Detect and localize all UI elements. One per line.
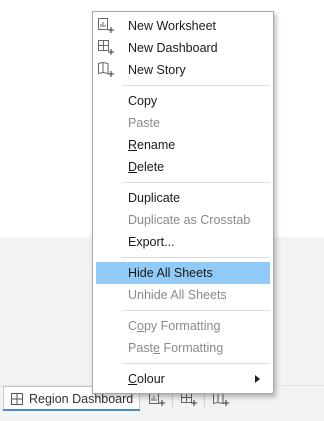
menu-label: Copy [128, 94, 158, 108]
menu-label: Paste Formatting [128, 341, 224, 355]
new-worksheet-icon [98, 18, 114, 33]
menu-label: Rename [128, 138, 176, 152]
dashboard-icon [11, 392, 23, 405]
menu-item-new-dashboard[interactable]: New Dashboard [96, 37, 270, 59]
menu-item-colour[interactable]: Colour [96, 368, 270, 390]
menu-label: Duplicate [128, 191, 181, 205]
menu-separator [122, 310, 270, 311]
menu-item-unhide-all-sheets: Unhide All Sheets [96, 284, 270, 306]
active-tab-indicator [3, 409, 140, 411]
menu-label: Colour [128, 372, 165, 386]
menu-label: New Worksheet [128, 19, 216, 33]
menu-separator [122, 257, 270, 258]
menu-label: Export... [128, 235, 175, 249]
sheet-context-menu: New Worksheet New Dashboard New Story Co… [92, 11, 274, 394]
menu-item-export[interactable]: Export... [96, 231, 270, 253]
menu-label: Copy Formatting [128, 319, 221, 333]
menu-label: New Dashboard [128, 41, 218, 55]
menu-label: Unhide All Sheets [128, 288, 227, 302]
menu-label: New Story [128, 63, 186, 77]
new-dashboard-icon [98, 40, 114, 55]
menu-label: Delete [128, 160, 165, 174]
menu-separator [122, 363, 270, 364]
menu-item-delete[interactable]: Delete [96, 156, 270, 178]
menu-item-new-worksheet[interactable]: New Worksheet [96, 15, 270, 37]
menu-item-hide-all-sheets[interactable]: Hide All Sheets [96, 262, 270, 284]
menu-separator [122, 85, 270, 86]
menu-item-paste-formatting: Paste Formatting [96, 337, 270, 359]
menu-separator [122, 182, 270, 183]
menu-item-paste: Paste [96, 112, 270, 134]
menu-item-copy[interactable]: Copy [96, 90, 270, 112]
new-story-icon [98, 62, 114, 77]
menu-label: Paste [128, 116, 160, 130]
menu-item-duplicate[interactable]: Duplicate [96, 187, 270, 209]
menu-label: Duplicate as Crosstab [128, 213, 251, 227]
menu-label: Hide All Sheets [128, 266, 213, 280]
menu-item-duplicate-as-crosstab: Duplicate as Crosstab [96, 209, 270, 231]
menu-item-new-story[interactable]: New Story [96, 59, 270, 81]
submenu-arrow-icon [255, 375, 260, 383]
menu-item-copy-formatting: Copy Formatting [96, 315, 270, 337]
menu-item-rename[interactable]: Rename [96, 134, 270, 156]
